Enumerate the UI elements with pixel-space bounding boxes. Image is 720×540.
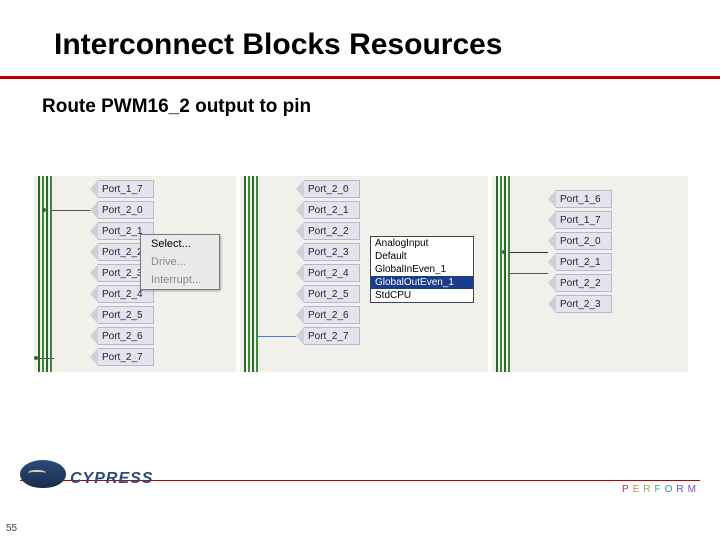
panel-1: Port_1_7 Port_2_0 Port_2_1 Port_2_2 Port… (34, 176, 236, 372)
port-tag[interactable]: Port_2_7 (296, 327, 360, 345)
title-rule (0, 76, 720, 79)
rails-left (38, 176, 52, 372)
menu-item-select[interactable]: Select... (141, 235, 219, 253)
port-tag[interactable]: Port_2_3 (296, 243, 360, 261)
port-tag[interactable]: Port_1_7 (548, 211, 612, 229)
cypress-logo: CYPRESS (20, 460, 153, 488)
port-tag[interactable]: Port_1_7 (90, 180, 154, 198)
port-tag[interactable]: Port_2_4 (296, 264, 360, 282)
port-tag[interactable]: Port_2_6 (90, 327, 154, 345)
context-menu[interactable]: Select... Drive... Interrupt... (140, 234, 220, 290)
port-list: Port_2_0 Port_2_1 Port_2_2 Port_2_3 Port… (296, 180, 360, 345)
wire-routed (510, 252, 548, 253)
logo-text: CYPRESS (70, 470, 153, 488)
port-tag[interactable]: Port_1_6 (548, 190, 612, 208)
port-tag[interactable]: Port_2_0 (548, 232, 612, 250)
wire-node (34, 356, 38, 360)
rails-left (496, 176, 510, 372)
dropdown-option[interactable]: Default (371, 250, 473, 263)
port-tag[interactable]: Port_2_6 (296, 306, 360, 324)
port-tag[interactable]: Port_2_2 (548, 274, 612, 292)
page-title: Interconnect Blocks Resources (54, 28, 503, 62)
wire-selected (258, 336, 296, 337)
port-tag[interactable]: Port_2_7 (90, 348, 154, 366)
port-tag[interactable]: Port_2_0 (296, 180, 360, 198)
port-tag[interactable]: Port_2_5 (296, 285, 360, 303)
dropdown-option-selected[interactable]: GlobalOutEven_1 (371, 276, 473, 289)
dropdown-option[interactable]: GlobalInEven_1 (371, 263, 473, 276)
page-subtitle: Route PWM16_2 output to pin (42, 96, 311, 118)
drive-dropdown[interactable]: AnalogInput Default GlobalInEven_1 Globa… (370, 236, 474, 303)
port-tag[interactable]: Port_2_1 (548, 253, 612, 271)
wire (52, 210, 90, 211)
port-tag[interactable]: Port_2_1 (296, 201, 360, 219)
port-tag[interactable]: Port_2_0 (90, 201, 154, 219)
logo-mark-icon (20, 460, 66, 488)
perform-tagline: PERFORM (622, 484, 700, 495)
wire (510, 273, 548, 274)
panel-2: Port_2_0 Port_2_1 Port_2_2 Port_2_3 Port… (240, 176, 488, 372)
menu-item-interrupt[interactable]: Interrupt... (141, 271, 219, 289)
menu-item-drive[interactable]: Drive... (141, 253, 219, 271)
port-list: Port_1_6 Port_1_7 Port_2_0 Port_2_1 Port… (548, 190, 612, 313)
screenshot-panels: Port_1_7 Port_2_0 Port_2_1 Port_2_2 Port… (34, 176, 688, 372)
dropdown-option[interactable]: AnalogInput (371, 237, 473, 250)
wire-node (502, 250, 506, 254)
panel-3: Port_1_6 Port_1_7 Port_2_0 Port_2_1 Port… (492, 176, 688, 372)
dropdown-option[interactable]: StdCPU (371, 289, 473, 302)
page-number: 55 (6, 523, 17, 534)
port-tag[interactable]: Port_2_2 (296, 222, 360, 240)
port-tag[interactable]: Port_2_3 (548, 295, 612, 313)
wire-node (42, 208, 46, 212)
rails-left (244, 176, 258, 372)
port-tag[interactable]: Port_2_5 (90, 306, 154, 324)
